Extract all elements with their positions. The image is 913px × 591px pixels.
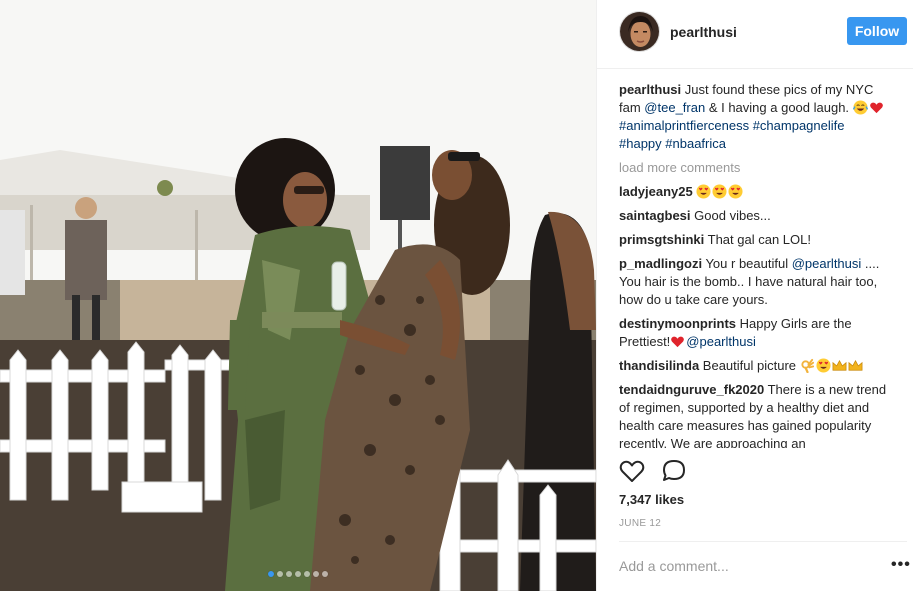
comment-username[interactable]: destinymoonprints: [619, 316, 736, 331]
comment-username[interactable]: primsgtshinki: [619, 232, 704, 247]
comment-mention[interactable]: @pearlthusi: [686, 334, 756, 349]
post-header: pearlthusi Follow: [597, 0, 913, 69]
comments-list[interactable]: pearlthusi Just found these pics of my N…: [619, 81, 889, 448]
photo-illustration: [0, 0, 596, 591]
comment-item: p_madlingozi You r beautiful @pearlthusi…: [619, 255, 889, 309]
carousel-dot[interactable]: [277, 571, 283, 577]
comment-username[interactable]: saintagbesi: [619, 208, 691, 223]
caption-mention[interactable]: @tee_fran: [644, 100, 705, 115]
heart-outline-icon[interactable]: [619, 459, 645, 488]
hashtag[interactable]: #champagnelife: [753, 118, 845, 133]
caption: pearlthusi Just found these pics of my N…: [619, 81, 889, 153]
heart-eyes-icon: [728, 184, 743, 199]
comment-username[interactable]: p_madlingozi: [619, 256, 702, 271]
carousel-dot[interactable]: [313, 571, 319, 577]
comment-item: ladyjeany25: [619, 183, 889, 201]
comment-text: That gal can LOL!: [707, 232, 811, 247]
post-actions: [619, 459, 687, 488]
comment-username[interactable]: tendaidnguruve_fk2020: [619, 382, 764, 397]
carousel-dot[interactable]: [268, 571, 274, 577]
heart-eyes-icon: [712, 184, 727, 199]
carousel-dot[interactable]: [304, 571, 310, 577]
author-username[interactable]: pearlthusi: [670, 24, 737, 40]
caption-username[interactable]: pearlthusi: [619, 82, 681, 97]
carousel-indicator: [0, 571, 596, 577]
heart-eyes-icon: [696, 184, 711, 199]
follow-button[interactable]: Follow: [847, 17, 907, 45]
heart-eyes-icon: [816, 358, 831, 373]
red-heart-icon: [869, 102, 883, 114]
comment-item: tendaidnguruve_fk2020 There is a new tre…: [619, 381, 889, 448]
comment-text: Beautiful picture: [702, 358, 800, 373]
avatar-image: [620, 12, 659, 51]
crown-icon: [832, 360, 847, 371]
post-photo[interactable]: [0, 0, 596, 591]
carousel-dot[interactable]: [295, 571, 301, 577]
load-more-comments-link[interactable]: load more comments: [619, 159, 889, 177]
comment-username[interactable]: thandisilinda: [619, 358, 699, 373]
face-with-tears-of-joy-icon: [852, 100, 868, 115]
comment-item: saintagbesi Good vibes...: [619, 207, 889, 225]
carousel-dot[interactable]: [322, 571, 328, 577]
post-date: JUNE 12: [619, 518, 662, 529]
comment-username[interactable]: ladyjeany25: [619, 184, 693, 199]
hashtag[interactable]: #nbaafrica: [665, 136, 726, 151]
caption-text-2: & I having a good laugh.: [705, 100, 853, 115]
likes-count[interactable]: 7,347 likes: [619, 492, 684, 507]
comment-text: You r beautiful: [705, 256, 792, 271]
divider: [619, 541, 907, 542]
speech-bubble-icon[interactable]: [661, 459, 687, 488]
post-side-panel: pearlthusi Follow pearlthusi Just found …: [596, 0, 913, 591]
hashtag[interactable]: #happy: [619, 136, 662, 151]
avatar[interactable]: [619, 11, 660, 52]
comment-item: primsgtshinki That gal can LOL!: [619, 231, 889, 249]
comment-text: Good vibes...: [694, 208, 771, 223]
comment-item: destinymoonprints Happy Girls are the Pr…: [619, 315, 889, 351]
carousel-dot[interactable]: [286, 571, 292, 577]
red-heart-icon: [671, 336, 685, 348]
more-options-icon[interactable]: •••: [891, 556, 911, 574]
comment-mention[interactable]: @pearlthusi: [792, 256, 862, 271]
comment-item: thandisilinda Beautiful picture: [619, 357, 889, 375]
ok-hand-icon: [801, 358, 814, 373]
add-comment-input[interactable]: [619, 556, 879, 576]
crown-icon: [848, 360, 863, 371]
hashtag[interactable]: #animalprintfierceness: [619, 118, 749, 133]
